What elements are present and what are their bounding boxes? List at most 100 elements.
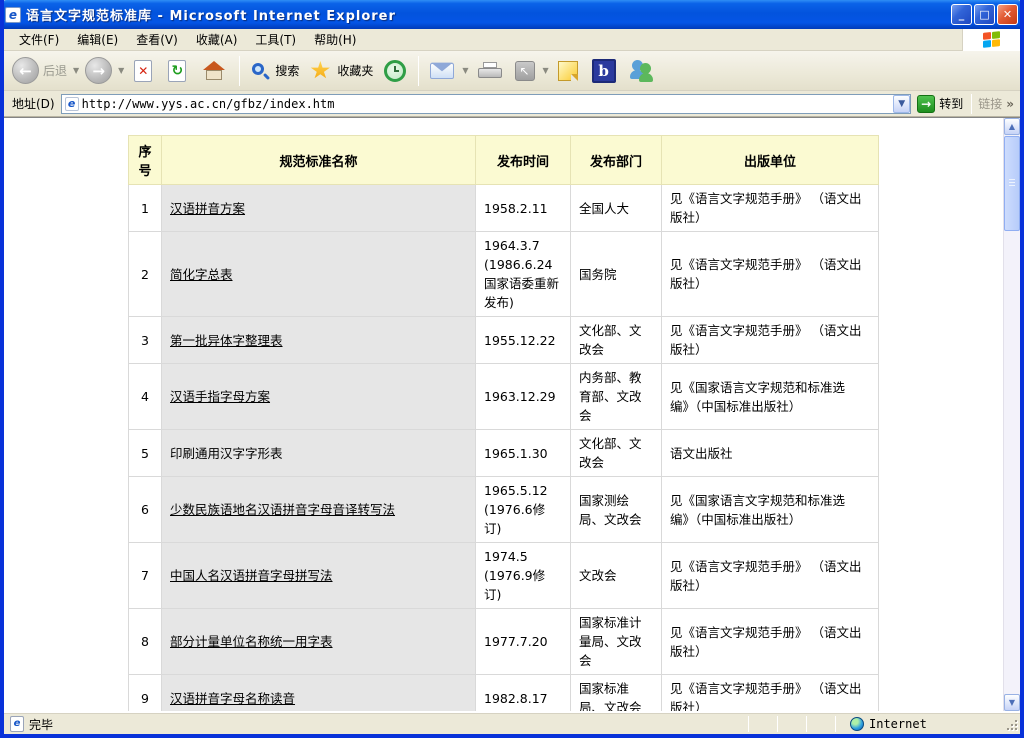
security-zone-pane: Internet [850,717,1000,731]
go-button[interactable]: → 转到 [917,95,963,113]
table-row: 8部分计量单位名称统一用字表1977.7.20国家标准计量局、文改会见《语言文字… [129,609,879,675]
menu-edit[interactable]: 编辑(E) [68,28,127,51]
address-input[interactable] [82,95,894,113]
table-row: 3第一批异体字整理表1955.12.22文化部、文改会见《语言文字规范手册》 （… [129,317,879,364]
status-bar: e 完毕 Internet [4,711,1020,734]
row-index-cell: 3 [129,317,162,364]
resize-grip[interactable] [1004,717,1018,731]
standard-name-cell: 汉语拼音方案 [162,185,476,232]
header-publisher: 出版单位 [662,136,879,185]
standard-link[interactable]: 汉语拼音字母名称读音 [170,691,295,706]
scroll-down-button[interactable]: ▼ [1004,694,1020,711]
minimize-button[interactable]: _ [951,4,972,25]
menu-view[interactable]: 查看(V) [127,28,187,51]
print-icon [478,62,502,80]
publish-dept-cell: 内务部、教育部、文改会 [571,364,662,430]
scroll-up-button[interactable]: ▲ [1004,118,1020,135]
table-row: 9汉语拼音字母名称读音1982.8.17国家标准局、文改会见《语言文字规范手册》… [129,675,879,712]
header-name: 规范标准名称 [162,136,476,185]
publish-dept-cell: 文化部、文改会 [571,430,662,477]
maximize-button[interactable]: □ [974,4,995,25]
messenger-button[interactable] [623,58,663,84]
address-input-wrap: e ▼ [61,94,912,114]
header-date: 发布时间 [476,136,571,185]
search-button[interactable]: 搜索 [245,60,303,81]
address-separator [971,94,972,114]
menu-tools[interactable]: 工具(T) [246,28,305,51]
mail-icon [430,63,454,79]
table-row: 6少数民族语地名汉语拼音字母音译转写法1965.5.12 (1976.6修订)国… [129,477,879,543]
standard-link[interactable]: 第一批异体字整理表 [170,333,283,348]
back-button[interactable]: ← 后退 [8,55,71,86]
standard-name-cell: 中国人名汉语拼音字母拼写法 [162,543,476,609]
standard-link[interactable]: 中国人名汉语拼音字母拼写法 [170,568,333,583]
mail-button[interactable] [424,61,460,81]
links-chevron-icon[interactable]: » [1006,97,1014,111]
forward-button[interactable]: → [81,55,116,86]
go-label: 转到 [939,95,963,112]
refresh-button[interactable]: ↻ [160,58,194,84]
scrollbar-thumb[interactable] [1004,136,1020,231]
home-button[interactable] [194,59,234,83]
standard-link[interactable]: 简化字总表 [170,267,233,282]
standard-link[interactable]: 部分计量单位名称统一用字表 [170,634,333,649]
edit-dropdown-icon[interactable]: ▼ [543,66,549,75]
b-logo-button[interactable]: b [585,57,623,85]
status-page-icon: e [10,716,24,732]
table-row: 2简化字总表1964.3.7 (1986.6.24国家语委重新发布)国务院见《语… [129,232,879,317]
row-index-cell: 1 [129,185,162,232]
browser-window: e 语言文字规范标准库 - Microsoft Internet Explore… [0,0,1024,738]
publish-date-cell: 1977.7.20 [476,609,571,675]
standard-name-cell: 第一批异体字整理表 [162,317,476,364]
publisher-cell: 见《语言文字规范手册》 （语文出版社） [662,543,879,609]
menu-help[interactable]: 帮助(H) [305,28,365,51]
notes-button[interactable] [551,59,585,83]
forward-dropdown-icon[interactable]: ▼ [118,66,124,75]
back-icon: ← [12,57,39,84]
browser-viewport: 序号 规范标准名称 发布时间 发布部门 出版单位 1汉语拼音方案1958.2.1… [4,117,1020,711]
publish-date-cell: 1955.12.22 [476,317,571,364]
edit-button[interactable]: ↖ [509,59,541,83]
mail-dropdown-icon[interactable]: ▼ [462,66,468,75]
favorites-button[interactable]: 收藏夹 [303,59,377,82]
stop-button[interactable]: ✕ [126,58,160,84]
vertical-scrollbar[interactable]: ▲ ▼ [1003,118,1020,711]
print-button[interactable] [471,60,509,82]
publish-dept-cell: 国家测绘局、文改会 [571,477,662,543]
row-index-cell: 5 [129,430,162,477]
back-dropdown-icon[interactable]: ▼ [73,66,79,75]
notes-icon [558,61,578,81]
toolbar-separator [418,56,419,86]
row-index-cell: 4 [129,364,162,430]
b-logo-icon: b [592,59,616,83]
standard-name-cell: 少数民族语地名汉语拼音字母音译转写法 [162,477,476,543]
ie-document-icon: e [5,7,21,23]
publish-date-cell: 1958.2.11 [476,185,571,232]
header-dept: 发布部门 [571,136,662,185]
standard-link[interactable]: 汉语手指字母方案 [170,389,270,404]
close-button[interactable]: ✕ [997,4,1018,25]
standard-link[interactable]: 汉语拼音方案 [170,201,245,216]
address-bar: 地址(D) e ▼ → 转到 链接 » [4,91,1020,117]
history-icon [384,60,406,82]
table-row: 7中国人名汉语拼音字母拼写法1974.5 (1976.9修订)文改会见《语言文字… [129,543,879,609]
history-button[interactable] [377,58,413,84]
table-row: 1汉语拼音方案1958.2.11全国人大见《语言文字规范手册》 （语文出版社） [129,185,879,232]
address-dropdown-icon[interactable]: ▼ [893,95,910,113]
edit-icon: ↖ [515,61,535,81]
menu-favorites[interactable]: 收藏(A) [187,28,247,51]
publisher-cell: 语文出版社 [662,430,879,477]
windows-logo-throbber [962,29,1020,51]
publish-dept-cell: 文化部、文改会 [571,317,662,364]
standard-toolbar: ← 后退 ▼ → ▼ ✕ ↻ 搜索 [4,51,1020,91]
menu-file[interactable]: 文件(F) [10,28,68,51]
address-label: 地址(D) [12,95,55,112]
scrollbar-track[interactable] [1004,232,1020,694]
windows-flag-icon [983,31,1000,49]
favorites-star-icon [310,61,330,80]
standards-table-body: 1汉语拼音方案1958.2.11全国人大见《语言文字规范手册》 （语文出版社）2… [129,185,879,712]
publisher-cell: 见《国家语言文字规范和标准选编》（中国标准出版社） [662,477,879,543]
publisher-cell: 见《语言文字规范手册》 （语文出版社） [662,232,879,317]
standard-link[interactable]: 少数民族语地名汉语拼音字母音译转写法 [170,502,395,517]
links-label[interactable]: 链接 [978,95,1002,112]
